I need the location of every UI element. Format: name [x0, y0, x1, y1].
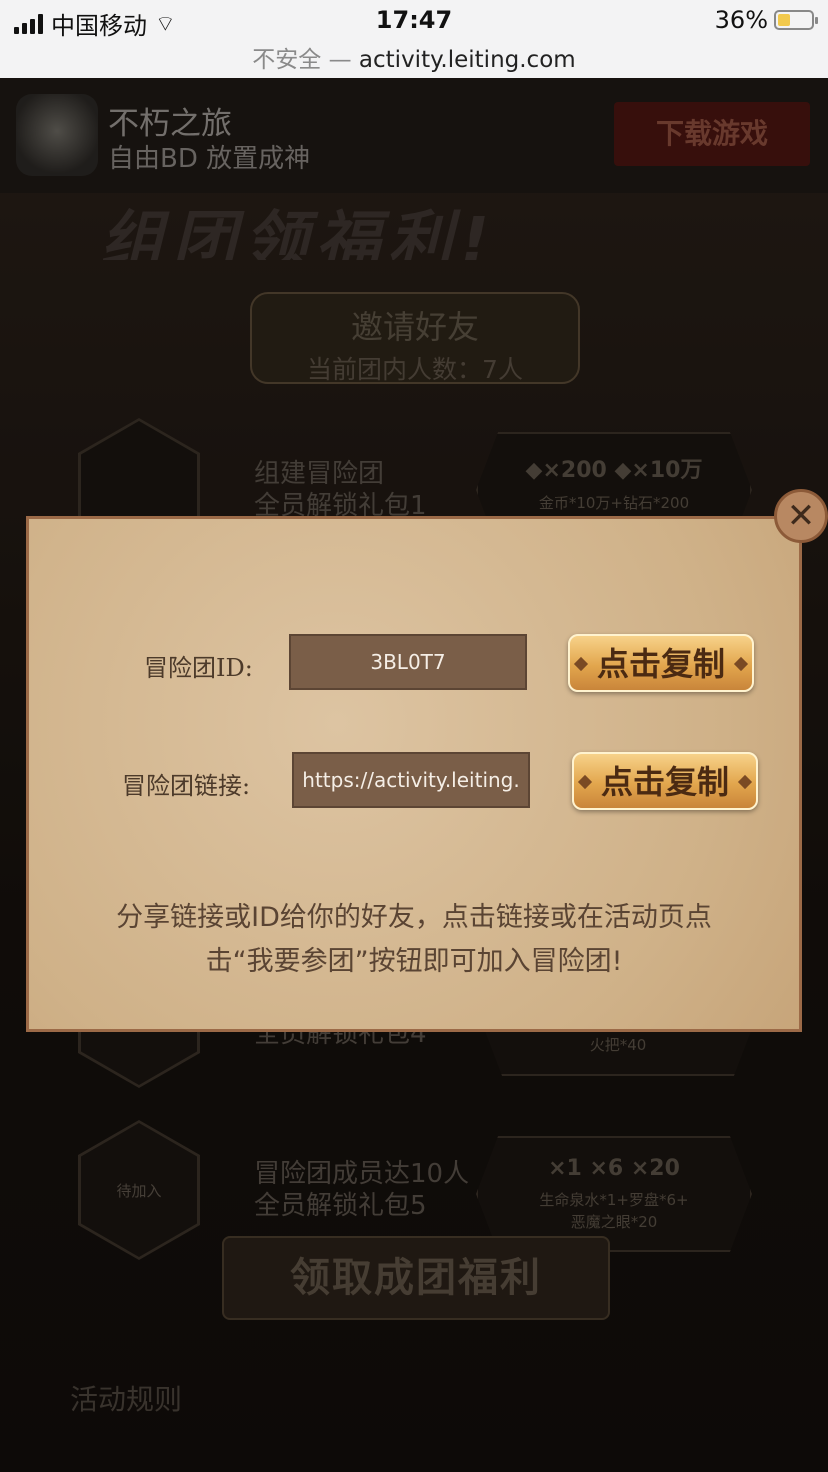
diamond-ornament-icon: [577, 774, 593, 790]
team-link-label: 冒险团链接:: [122, 772, 251, 800]
team-id-label: 冒险团ID:: [144, 654, 253, 682]
insecure-label: 不安全: [252, 47, 322, 73]
copy-link-label: 点击复制: [600, 763, 729, 801]
diamond-ornament-icon: [737, 774, 753, 790]
team-link-field[interactable]: https://activity.leiting.: [292, 752, 530, 808]
url-separator: —: [328, 47, 352, 73]
battery-icon: [774, 10, 818, 30]
battery-percent: 36%: [714, 6, 768, 34]
clock: 17:47: [375, 6, 453, 34]
close-button[interactable]: ✕: [774, 489, 828, 543]
copy-id-label: 点击复制: [596, 645, 725, 683]
copy-id-button[interactable]: 点击复制: [568, 634, 754, 692]
diamond-ornament-icon: [733, 656, 749, 672]
address-bar[interactable]: 不安全 — activity.leiting.com: [0, 40, 828, 74]
url-host: activity.leiting.com: [358, 47, 576, 73]
share-text-line1: 分享链接或ID给你的好友，点击链接或在活动页点: [116, 902, 712, 933]
status-bar: 中国移动 ⌔ 17:47 36% 不安全 — activity.leiting.…: [0, 0, 828, 78]
diamond-ornament-icon: [573, 656, 589, 672]
team-id-field[interactable]: 3BL0T7: [289, 634, 527, 690]
battery-group: 36%: [714, 6, 818, 34]
copy-link-button[interactable]: 点击复制: [572, 752, 758, 810]
share-instructions: 分享链接或ID给你的好友，点击链接或在活动页点 击“我要参团”按钮即可加入冒险团…: [28, 896, 800, 984]
share-text-line2: 击“我要参团”按钮即可加入冒险团!: [205, 946, 623, 977]
